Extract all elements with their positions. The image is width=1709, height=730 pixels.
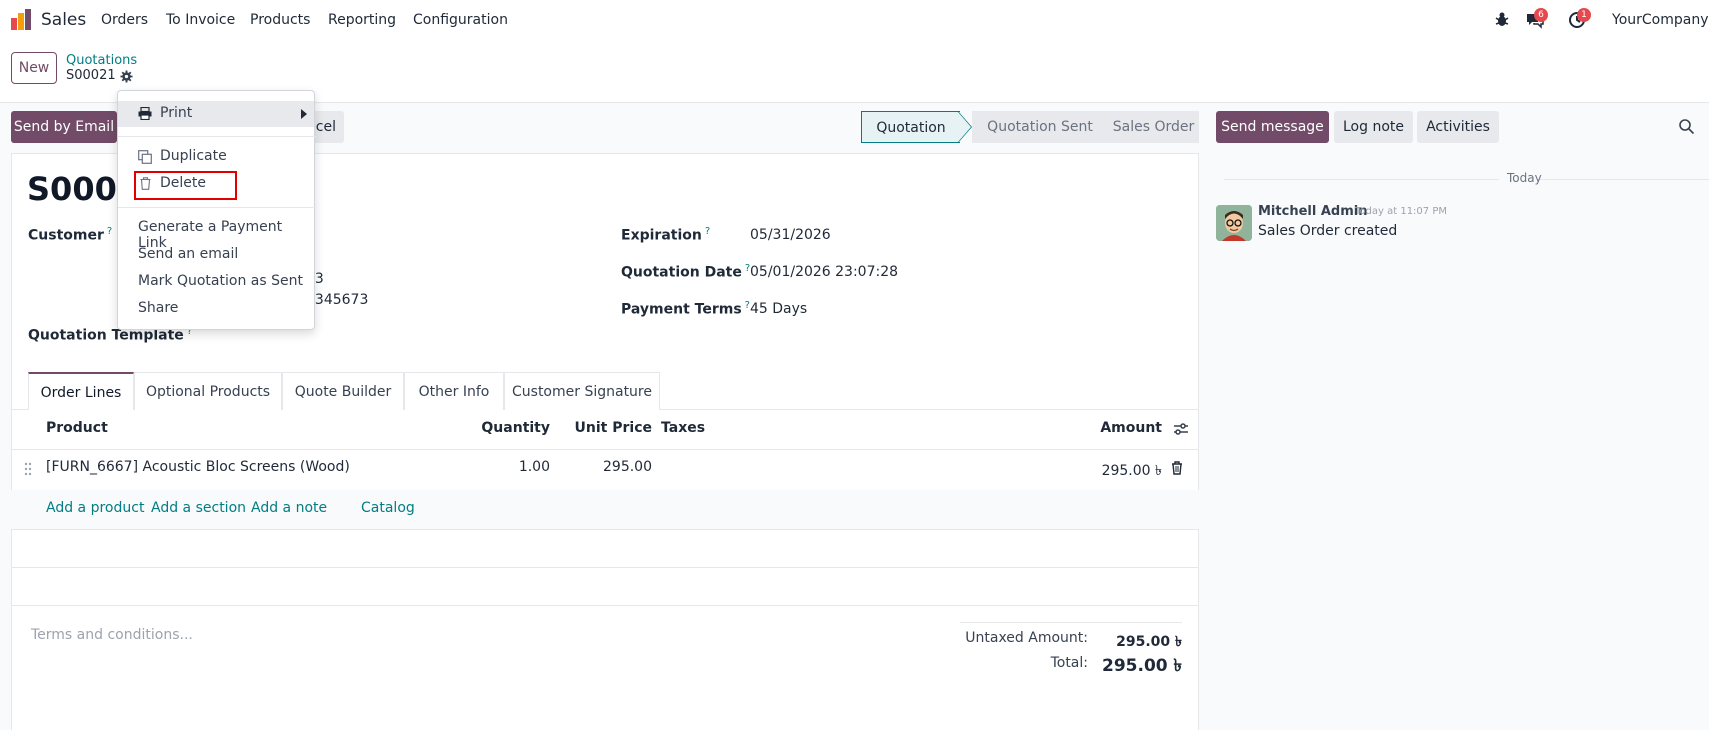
line-quantity[interactable]: 1.00 xyxy=(470,459,550,475)
caret-right-icon xyxy=(301,109,307,119)
total-label: Total: xyxy=(1050,655,1088,671)
drag-handle-icon[interactable] xyxy=(24,462,32,476)
menu-share[interactable]: Share xyxy=(138,300,178,316)
date-separator: Today xyxy=(1507,171,1542,185)
message-time: Today at 11:07 PM xyxy=(1355,206,1447,217)
customer-phone: 2345673 xyxy=(306,292,369,308)
message-author[interactable]: Mitchell Admin xyxy=(1258,204,1367,219)
activities-button[interactable]: Activities xyxy=(1417,111,1499,143)
expiration-field[interactable]: 05/31/2026 xyxy=(750,227,831,243)
menu-reporting[interactable]: Reporting xyxy=(328,12,396,28)
company-switcher[interactable]: YourCompany xyxy=(1612,12,1709,28)
send-by-email-button[interactable]: Send by Email xyxy=(11,111,117,143)
trash-icon[interactable] xyxy=(1171,461,1183,475)
line-unit-price[interactable]: 295.00 xyxy=(572,459,652,475)
add-note-link[interactable]: Add a note xyxy=(251,500,327,516)
line-product[interactable]: [FURN_6667] Acoustic Bloc Screens (Wood) xyxy=(46,459,350,475)
avatar[interactable] xyxy=(1216,205,1252,241)
status-quotation[interactable]: Quotation xyxy=(861,111,960,143)
app-name[interactable]: Sales xyxy=(41,10,86,30)
terms-conditions-field[interactable]: Terms and conditions... xyxy=(31,627,193,643)
header-row-divider xyxy=(11,449,1199,450)
total-value: 295.00 ৳ xyxy=(1102,656,1182,676)
new-button[interactable]: New xyxy=(11,52,57,84)
search-icon[interactable] xyxy=(1678,118,1695,135)
log-note-button[interactable]: Log note xyxy=(1334,111,1413,143)
menu-products[interactable]: Products xyxy=(250,12,310,28)
tab-optional-products[interactable]: Optional Products xyxy=(134,372,282,410)
empty-row-divider-1 xyxy=(11,529,1199,530)
menu-to-invoice[interactable]: To Invoice xyxy=(166,12,235,28)
tab-quote-builder[interactable]: Quote Builder xyxy=(282,372,404,410)
column-amount[interactable]: Amount xyxy=(1050,420,1162,436)
delete-highlight-box xyxy=(134,171,237,200)
top-navbar: Sales Orders To Invoice Products Reporti… xyxy=(0,0,1709,42)
gear-icon[interactable] xyxy=(120,70,133,83)
payment-terms-label: Payment Terms? xyxy=(621,300,750,318)
empty-row-divider-2 xyxy=(11,567,1199,568)
duplicate-icon xyxy=(138,150,152,164)
untaxed-amount-label: Untaxed Amount: xyxy=(965,630,1088,646)
date-separator-line-right xyxy=(1538,179,1709,180)
status-sales-order[interactable]: Sales Order xyxy=(1108,111,1199,143)
breadcrumb-quotations[interactable]: Quotations xyxy=(66,53,137,68)
sales-app-logo-icon[interactable] xyxy=(10,9,32,31)
column-product[interactable]: Product xyxy=(46,420,108,436)
add-product-link[interactable]: Add a product xyxy=(46,500,144,516)
breadcrumb-current: S00021 xyxy=(66,68,116,83)
payment-terms-field[interactable]: 45 Days xyxy=(750,301,807,317)
bug-icon[interactable] xyxy=(1492,10,1512,30)
line-amount: 295.00 ৳ xyxy=(1101,463,1162,479)
tab-customer-signature[interactable]: Customer Signature xyxy=(504,372,660,410)
printer-icon xyxy=(138,107,152,120)
menu-separator-1 xyxy=(118,136,316,137)
column-unit-price[interactable]: Unit Price xyxy=(572,420,652,436)
actions-dropdown: Print Duplicate Delete Generate a Paymen… xyxy=(117,90,316,330)
menu-orders[interactable]: Orders xyxy=(101,12,148,28)
message-body: Sales Order created xyxy=(1258,223,1398,239)
quotation-date-field[interactable]: 05/01/2026 23:07:28 xyxy=(750,264,898,280)
messages-badge: 6 xyxy=(1534,8,1548,22)
date-separator-line-left xyxy=(1224,179,1499,180)
menu-mark-sent[interactable]: Mark Quotation as Sent xyxy=(138,273,303,289)
column-taxes[interactable]: Taxes xyxy=(661,420,705,436)
customer-label: Customer? xyxy=(28,226,113,244)
menu-send-email[interactable]: Send an email xyxy=(138,246,238,262)
menu-separator-2 xyxy=(118,207,316,208)
tab-order-lines[interactable]: Order Lines xyxy=(28,372,134,410)
send-message-button[interactable]: Send message xyxy=(1216,111,1329,143)
untaxed-amount-value: 295.00 ৳ xyxy=(1116,634,1182,650)
activities-badge: 1 xyxy=(1577,8,1591,22)
catalog-link[interactable]: Catalog xyxy=(361,500,415,516)
empty-row-divider-3 xyxy=(11,605,1199,606)
column-quantity[interactable]: Quantity xyxy=(470,420,550,436)
status-quotation-sent[interactable]: Quotation Sent xyxy=(972,111,1108,143)
status-arrow-fill xyxy=(958,112,971,142)
menu-configuration[interactable]: Configuration xyxy=(413,12,508,28)
avatar-face-icon xyxy=(1216,205,1252,241)
column-settings-icon[interactable] xyxy=(1173,421,1189,437)
expiration-label: Expiration? xyxy=(621,226,711,244)
menu-duplicate[interactable]: Duplicate xyxy=(160,148,227,164)
menu-print[interactable]: Print xyxy=(160,105,192,121)
totals-divider xyxy=(960,622,1182,623)
add-section-link[interactable]: Add a section xyxy=(151,500,246,516)
tab-other-info[interactable]: Other Info xyxy=(404,372,504,410)
quotation-date-label: Quotation Date? xyxy=(621,263,751,281)
